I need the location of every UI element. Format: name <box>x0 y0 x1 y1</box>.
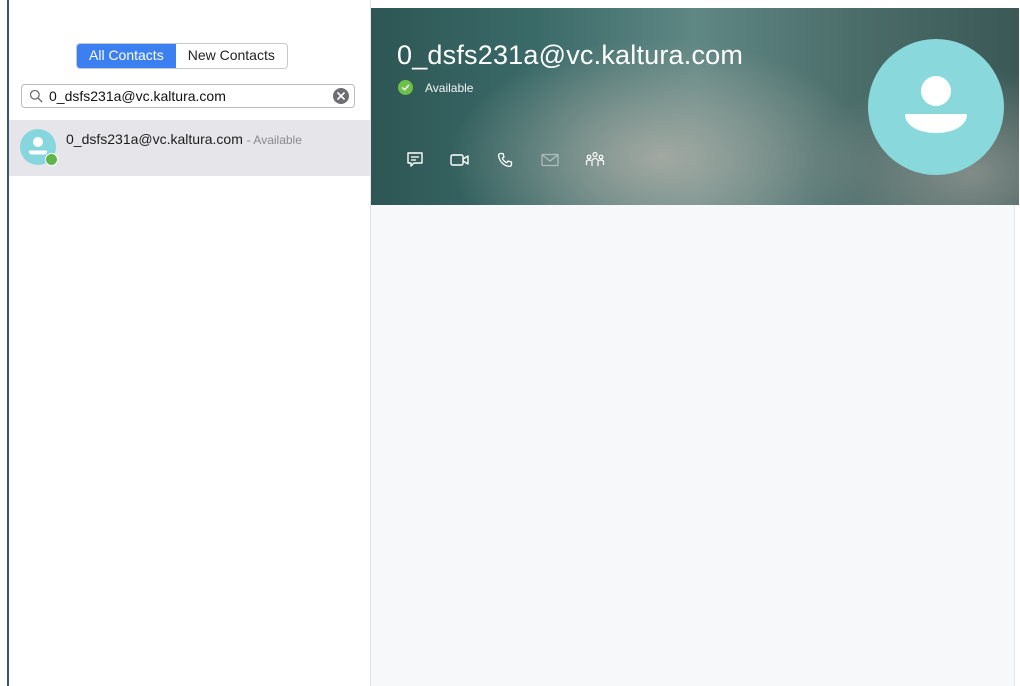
profile-status: Available <box>398 80 473 95</box>
contacts-sidebar: All Contacts New Contacts 0_dsfs231a@vc.… <box>9 0 371 686</box>
avatar <box>20 129 58 166</box>
profile-detail-panel <box>371 205 1014 686</box>
profile-actions <box>405 150 630 170</box>
phone-call-icon[interactable] <box>495 150 515 170</box>
available-status-icon <box>45 153 58 166</box>
search-input[interactable] <box>45 86 333 106</box>
contacts-filter-control: All Contacts New Contacts <box>76 43 288 69</box>
profile-status-label: Available <box>425 80 474 95</box>
search-box <box>21 84 355 108</box>
tab-new-contacts[interactable]: New Contacts <box>175 44 287 68</box>
contact-status: - Available <box>246 133 302 147</box>
user-avatar-icon <box>904 76 968 133</box>
chat-icon[interactable] <box>405 150 425 170</box>
contact-list-item[interactable]: 0_dsfs231a@vc.kaltura.com - Available <box>9 120 370 176</box>
tab-all-contacts[interactable]: All Contacts <box>77 44 176 68</box>
scrollbar-track[interactable] <box>1014 205 1020 686</box>
profile-header: 0_dsfs231a@vc.kaltura.com Available <box>371 8 1019 205</box>
email-icon[interactable] <box>540 150 560 170</box>
profile-avatar <box>868 39 1004 175</box>
video-call-icon[interactable] <box>450 150 470 170</box>
profile-name: 0_dsfs231a@vc.kaltura.com <box>397 40 744 70</box>
meeting-icon[interactable] <box>585 150 605 170</box>
contact-name: 0_dsfs231a@vc.kaltura.com <box>66 131 243 147</box>
clear-search-icon[interactable] <box>333 88 349 104</box>
search-icon <box>27 87 45 105</box>
available-check-icon <box>398 80 413 95</box>
